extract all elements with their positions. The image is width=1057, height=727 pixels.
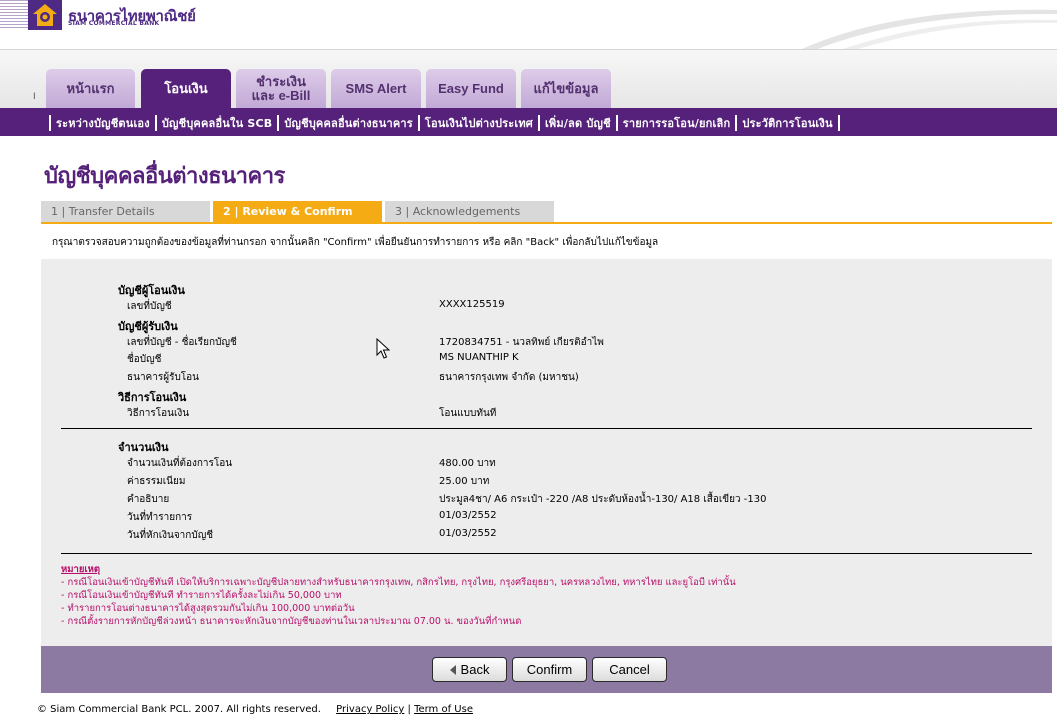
- transaction-date-value: 01/03/2552: [439, 510, 497, 521]
- cancel-button-label: Cancel: [609, 662, 650, 677]
- subnav-separator: [735, 115, 738, 131]
- tab-home[interactable]: หน้าแรก: [46, 69, 135, 108]
- side-marker: I: [33, 92, 36, 102]
- description-value: ประมูล4ชา/ A6 กระเป๋า -220 /A8 ประดับห้อ…: [439, 494, 767, 505]
- step-review-confirm: 2 | Review & Confirm: [213, 201, 382, 222]
- fee-label: ค่าธรรมเนียม: [127, 476, 186, 487]
- bank-name-english: SIAM COMMERCIAL BANK: [68, 20, 160, 27]
- back-button[interactable]: Back: [432, 657, 507, 682]
- subnav-international[interactable]: โอนเงินไปต่างประเทศ: [425, 114, 533, 132]
- privacy-policy-link[interactable]: Privacy Policy: [336, 704, 404, 715]
- tab-sms-alert[interactable]: SMS Alert: [331, 69, 421, 108]
- scb-logo-icon[interactable]: [28, 0, 62, 30]
- subnav-manage-accounts[interactable]: เพิ่ม/ลด บัญชี: [545, 114, 611, 132]
- subnav-history[interactable]: ประวัติการโอนเงิน: [742, 114, 832, 132]
- description-label: คำอธิบาย: [127, 494, 170, 505]
- fee-value: 25.00 บาท: [439, 476, 490, 487]
- back-button-label: Back: [460, 662, 490, 677]
- to-account-value: 1720834751 - นวลทิพย์ เกียรติอำไพ: [439, 337, 604, 348]
- account-name-label: ชื่อบัญชี: [127, 354, 162, 365]
- subnav-separator: [837, 115, 840, 131]
- back-arrow-icon: [449, 664, 456, 675]
- section-amount: จำนวนเงิน: [118, 441, 169, 454]
- tab-transfer[interactable]: โอนเงิน: [141, 69, 231, 108]
- subnav-separator: [277, 115, 280, 131]
- subnav-separator: [154, 115, 157, 131]
- subnav-other-bank[interactable]: บัญชีบุคคลอื่นต่างธนาคาร: [284, 114, 413, 132]
- section-to-account: บัญชีผู้รับเงิน: [118, 320, 178, 333]
- section-transfer-method: วิธีการโอนเงิน: [118, 391, 187, 404]
- page-title: บัญชีบุคคลอื่นต่างธนาคาร: [44, 163, 285, 188]
- to-account-label: เลขที่บัญชี - ชื่อเรียกบัญชี: [127, 337, 237, 348]
- divider-line: [61, 553, 1032, 554]
- logo-stripes: [0, 0, 28, 30]
- mouse-pointer-icon: [376, 338, 390, 359]
- account-name-value: MS NUANTHIP K: [439, 352, 519, 363]
- note-item: - ทำรายการโอนต่างธนาคารได้สูงสุดรวมกันไม…: [61, 603, 355, 614]
- tab-edit-profile[interactable]: แก้ไขข้อมูล: [521, 69, 611, 108]
- subnav-separator: [417, 115, 420, 131]
- subnav-own-accounts[interactable]: ระหว่างบัญชีตนเอง: [56, 114, 150, 132]
- main-tab-bar: I หน้าแรก โอนเงิน ชำระเงิน และ e-Bill SM…: [0, 50, 1057, 108]
- transfer-method-value: โอนแบบทันที: [439, 408, 497, 419]
- debit-date-value: 01/03/2552: [439, 528, 497, 539]
- subnav-separator: [49, 115, 51, 131]
- transaction-date-label: วันที่ทำรายการ: [127, 512, 193, 523]
- receiving-bank-value: ธนาคารกรุงเทพ จำกัด (มหาชน): [439, 372, 579, 383]
- terms-of-use-link[interactable]: Term of Use: [414, 704, 473, 715]
- note-item: - กรณีโอนเงินเข้าบัญชีทันที เปิดให้บริกา…: [61, 577, 736, 588]
- note-item: - กรณีตั้งรายการหักบัญชีล่วงหน้า ธนาคารจ…: [61, 616, 522, 627]
- progress-steps: 1 | Transfer Details 2 | Review & Confir…: [41, 201, 557, 222]
- steps-underline: [41, 222, 1052, 224]
- transfer-method-label: วิธีการโอนเงิน: [127, 408, 190, 419]
- step-transfer-details: 1 | Transfer Details: [41, 201, 210, 222]
- subnav-separator: [615, 115, 618, 131]
- subnav-pending[interactable]: รายการรอโอน/ยกเลิก: [623, 114, 731, 132]
- step-acknowledgements: 3 | Acknowledgements: [385, 201, 554, 222]
- confirm-button-label: Confirm: [526, 662, 573, 677]
- notes-title: หมายเหตุ: [61, 564, 101, 575]
- site-header: ธนาคารไทยพาณิชย์ SIAM COMMERCIAL BANK: [0, 0, 1057, 50]
- instruction-text: กรุณาตรวจสอบความถูกต้องของข้อมูลที่ท่านก…: [52, 237, 659, 248]
- notes-section: หมายเหตุ - กรณีโอนเงินเข้าบัญชีทันที เปิ…: [61, 563, 736, 628]
- confirm-button[interactable]: Confirm: [512, 657, 587, 682]
- divider-line: [61, 428, 1032, 429]
- amount-value: 480.00 บาท: [439, 458, 496, 469]
- from-account-value: XXXX125519: [439, 299, 505, 310]
- receiving-bank-label: ธนาคารผู้รับโอน: [127, 372, 200, 383]
- copyright-text: © Siam Commercial Bank PCL. 2007. All ri…: [37, 704, 321, 715]
- subnav-other-scb[interactable]: บัญชีบุคคลอื่นใน SCB: [162, 114, 273, 132]
- tab-payment-ebill[interactable]: ชำระเงิน และ e-Bill: [236, 69, 326, 108]
- sub-navigation: ระหว่างบัญชีตนเอง บัญชีบุคคลอื่นใน SCB บ…: [0, 108, 1057, 136]
- tab-easy-fund[interactable]: Easy Fund: [426, 69, 516, 108]
- cancel-button[interactable]: Cancel: [592, 657, 667, 682]
- note-item: - กรณีโอนเงินเข้าบัญชีทันที ทำรายการได้ค…: [61, 590, 342, 601]
- amount-label: จำนวนเงินที่ต้องการโอน: [127, 458, 233, 469]
- header-swoosh-decoration: [800, 9, 1057, 50]
- section-from-account: บัญชีผู้โอนเงิน: [118, 284, 185, 297]
- footer-divider: |: [407, 704, 411, 715]
- from-account-label: เลขที่บัญชี: [127, 301, 172, 312]
- debit-date-label: วันที่หักเงินจากบัญชี: [127, 530, 214, 541]
- page-footer: © Siam Commercial Bank PCL. 2007. All ri…: [37, 704, 473, 715]
- subnav-separator: [537, 115, 540, 131]
